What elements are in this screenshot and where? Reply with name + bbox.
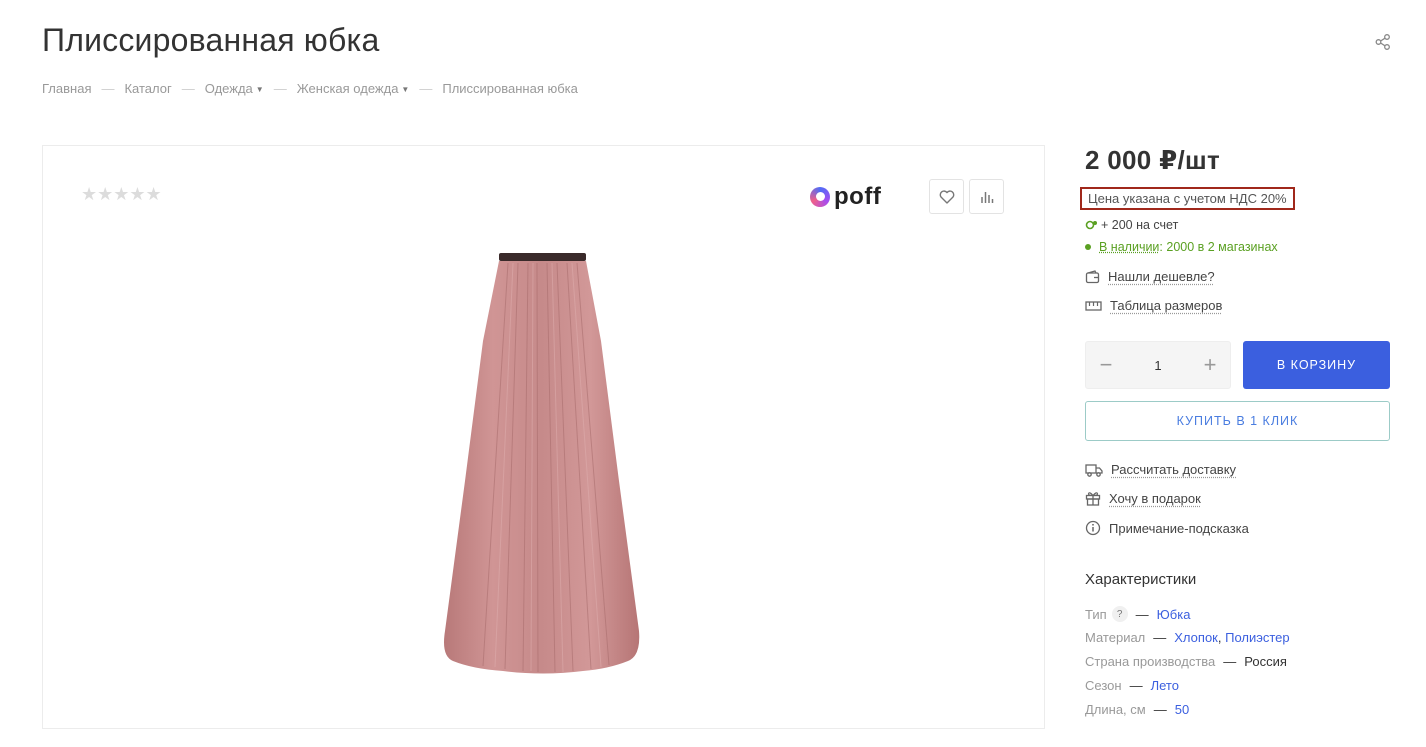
- breadcrumb-separator: —: [101, 81, 115, 96]
- ruler-icon: [1085, 300, 1102, 311]
- quantity-stepper: − +: [1085, 341, 1231, 389]
- properties-title: Характеристики: [1085, 571, 1197, 588]
- breadcrumb-separator: —: [273, 81, 287, 96]
- property-row: Материал — Хлопок, Полиэстер: [1085, 630, 1290, 645]
- bonus-text: + 200 на счет: [1101, 218, 1179, 232]
- quantity-input[interactable]: [1138, 357, 1178, 373]
- stock-link[interactable]: В наличии: [1099, 240, 1159, 254]
- brand-logo-icon: [810, 187, 830, 207]
- compare-button[interactable]: [969, 179, 1004, 214]
- breadcrumb: Главная — Каталог — Одежда ▼ — Женская од…: [42, 81, 578, 96]
- property-value[interactable]: 50: [1175, 702, 1189, 717]
- breadcrumb-catalog[interactable]: Каталог: [124, 81, 171, 96]
- property-row: Длина, см — 50: [1085, 702, 1189, 717]
- gift-wish-link[interactable]: Хочу в подарок: [1085, 491, 1201, 506]
- property-row: Страна производства — Россия: [1085, 654, 1287, 669]
- property-dash: —: [1129, 678, 1143, 693]
- help-icon[interactable]: ?: [1111, 606, 1128, 622]
- breadcrumb-home[interactable]: Главная: [42, 81, 91, 96]
- product-price: 2 000 ₽/шт: [1085, 145, 1221, 175]
- caret-down-icon: ▼: [401, 85, 410, 95]
- property-value-separator: ,: [1217, 630, 1226, 645]
- calculate-delivery-link[interactable]: Рассчитать доставку: [1085, 462, 1236, 477]
- property-value[interactable]: Полиэстер: [1225, 630, 1290, 645]
- brand-link[interactable]: poff: [810, 183, 881, 211]
- bonus-info: + 200 на счет: [1085, 218, 1178, 232]
- property-dash: —: [1153, 702, 1167, 717]
- bonus-icon: [1085, 220, 1097, 230]
- rating-stars[interactable]: ★★★★★: [81, 184, 162, 205]
- bar-chart-icon: [980, 191, 993, 203]
- stock-dot-icon: [1085, 244, 1091, 250]
- calculate-delivery-label: Рассчитать доставку: [1111, 462, 1237, 477]
- buy-one-click-button[interactable]: КУПИТЬ В 1 КЛИК: [1085, 401, 1390, 441]
- breadcrumb-current: Плиссированная юбка: [442, 81, 578, 96]
- property-dash: —: [1135, 606, 1149, 622]
- breadcrumb-separator: —: [419, 81, 433, 96]
- stock-detail: : 2000 в 2 магазинах: [1159, 240, 1278, 254]
- property-value[interactable]: Юбка: [1157, 607, 1191, 622]
- breadcrumb-clothing[interactable]: Одежда ▼: [205, 81, 264, 96]
- product-gallery: ★★★★★ poff: [42, 145, 1045, 729]
- size-chart-label: Таблица размеров: [1110, 298, 1223, 313]
- property-name: Материал: [1085, 630, 1146, 645]
- brand-name: poff: [834, 183, 882, 210]
- gift-icon: [1085, 492, 1101, 506]
- favorite-button[interactable]: [929, 179, 964, 214]
- qty-minus-button[interactable]: −: [1098, 354, 1114, 376]
- property-row: Сезон — Лето: [1085, 678, 1179, 693]
- add-to-cart-button[interactable]: В КОРЗИНУ: [1243, 341, 1390, 389]
- breadcrumb-womens-clothing-label: Женская одежда: [296, 81, 399, 96]
- property-value: Россия: [1244, 654, 1287, 669]
- gift-wish-label: Хочу в подарок: [1109, 491, 1201, 506]
- info-icon: [1085, 520, 1101, 536]
- page-title: Плиссированная юбка: [42, 22, 380, 58]
- product-image[interactable]: [423, 251, 663, 676]
- stock-status: В наличии : 2000 в 2 магазинах: [1085, 240, 1278, 254]
- property-name: Сезон: [1085, 678, 1122, 693]
- property-name: Длина, см: [1085, 702, 1146, 717]
- found-cheaper-link[interactable]: Нашли дешевле?: [1085, 269, 1215, 284]
- property-name: Тип: [1085, 606, 1107, 622]
- vat-note: Цена указана с учетом НДС 20%: [1080, 187, 1295, 210]
- property-name: Страна производства: [1085, 654, 1216, 669]
- buy-panel: 2 000 ₽/шт Цена указана с учетом НДС 20%…: [1080, 145, 1390, 717]
- property-row: Тип ? — Юбка: [1085, 606, 1190, 622]
- property-value[interactable]: Лето: [1151, 678, 1179, 693]
- heart-icon: [939, 189, 954, 204]
- property-dash: —: [1153, 630, 1167, 645]
- property-dash: —: [1223, 654, 1237, 669]
- breadcrumb-separator: —: [181, 81, 195, 96]
- property-value[interactable]: Хлопок: [1174, 630, 1218, 645]
- hint-note: Примечание-подсказка: [1085, 520, 1249, 536]
- size-chart-link[interactable]: Таблица размеров: [1085, 298, 1222, 313]
- wallet-icon: [1085, 269, 1100, 283]
- truck-icon: [1085, 463, 1103, 477]
- qty-plus-button[interactable]: +: [1202, 354, 1218, 376]
- share-icon[interactable]: [1374, 33, 1392, 51]
- hint-label: Примечание-подсказка: [1109, 520, 1249, 536]
- caret-down-icon: ▼: [255, 85, 264, 95]
- breadcrumb-clothing-label: Одежда: [204, 81, 253, 96]
- breadcrumb-womens-clothing[interactable]: Женская одежда ▼: [297, 81, 410, 96]
- found-cheaper-label: Нашли дешевле?: [1108, 269, 1215, 284]
